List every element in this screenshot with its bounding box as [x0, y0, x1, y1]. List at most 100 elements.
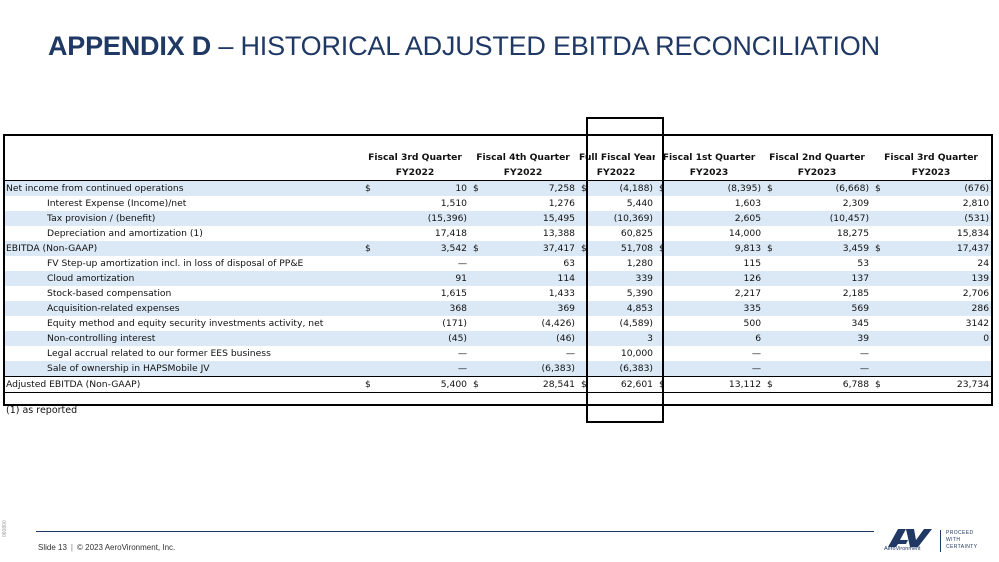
cell-value: —	[457, 258, 468, 269]
cell-value: 3142	[965, 318, 990, 329]
currency-symbol: $	[577, 180, 594, 196]
cell-value: 2,810	[962, 198, 990, 209]
table-row: Tax provision / (benefit) (15,396) 15,49…	[3, 211, 992, 226]
footnote: (1) as reported	[6, 405, 78, 416]
cell-value: 137	[779, 271, 872, 286]
table-row: Sale of ownership in HAPSMobile JV — (6,…	[3, 361, 992, 377]
cell-value: —	[751, 348, 762, 359]
currency-symbol: $	[871, 241, 888, 256]
cell-value: —	[565, 348, 576, 359]
cell-value: (6,383)	[593, 361, 656, 377]
cell-value: 4,853	[593, 301, 656, 316]
cell-value: 39	[779, 331, 872, 346]
row-label: Sale of ownership in HAPSMobile JV	[3, 361, 361, 377]
cell-value: —	[859, 348, 870, 359]
column-header-line1: Fiscal 3rd Quarter	[884, 152, 978, 163]
cell-value: 17,418	[434, 228, 468, 239]
cell-value: 13,112	[671, 376, 764, 393]
page-title: APPENDIX D – HISTORICAL ADJUSTED EBITDA …	[48, 31, 880, 62]
cell-value: (6,383)	[485, 361, 578, 377]
row-label: Stock-based compensation	[47, 288, 172, 299]
cell-value: 10	[377, 180, 470, 196]
cell-value: 2,706	[962, 288, 990, 299]
cell-value: 37,417	[485, 241, 578, 256]
cell-value: (171)	[442, 318, 468, 329]
tagline-line: PROCEED	[946, 530, 974, 536]
cell-value: 3,542	[377, 241, 470, 256]
table-row: Acquisition-related expenses 368 369 4,8…	[3, 301, 992, 316]
cell-value: 139	[887, 271, 992, 286]
cell-value: (4,188)	[593, 180, 656, 196]
cell-value: 53	[857, 258, 870, 269]
cell-value: 60,825	[620, 228, 654, 239]
column-header-line1: Fiscal 3rd Quarter	[368, 152, 462, 163]
logo-wordmark: AeroVironment	[884, 546, 921, 552]
currency-symbol: $	[577, 241, 594, 256]
title-bold: APPENDIX D	[48, 31, 212, 61]
currency-symbol: $	[871, 180, 888, 196]
footer: Slide 13 | © 2023 AeroVironment, Inc.	[38, 543, 175, 552]
currency-symbol: $	[763, 376, 780, 393]
slide-number: Slide 13	[38, 543, 67, 552]
cell-value	[887, 361, 992, 377]
row-label: Tax provision / (benefit)	[3, 211, 361, 226]
column-header-line2: FY2022	[577, 165, 656, 181]
cell-value: 63	[563, 258, 576, 269]
currency-symbol: $	[469, 376, 486, 393]
logo-divider	[940, 530, 941, 552]
cell-value: 1,433	[548, 288, 576, 299]
cell-value: 126	[671, 271, 764, 286]
column-header-line2: FY2023	[763, 165, 872, 181]
currency-symbol: $	[871, 376, 888, 393]
cell-value: (15,396)	[377, 211, 470, 226]
currency-symbol: $	[577, 376, 594, 393]
footer-separator: |	[70, 543, 73, 552]
column-header-line2: FY2022	[469, 165, 578, 181]
currency-symbol: $	[763, 180, 780, 196]
cell-value: (4,426)	[541, 318, 576, 329]
cell-value: 345	[851, 318, 870, 329]
table-row: Interest Expense (Income)/net 1,510 1,27…	[3, 196, 991, 211]
footer-divider	[36, 531, 874, 532]
column-header-line1: Fiscal 4th Quarter	[476, 152, 570, 163]
row-label: Depreciation and amortization (1)	[47, 228, 203, 239]
row-label: Non-controlling interest	[3, 331, 361, 346]
column-header-line1: Full Fiscal Year	[579, 152, 656, 163]
row-label: FV Step-up amortization incl. in loss of…	[47, 258, 304, 269]
cell-value: (676)	[887, 180, 992, 196]
currency-symbol: $	[655, 376, 672, 393]
cell-value: 7,258	[485, 180, 578, 196]
table-row-adjusted-ebitda: Adjusted EBITDA (Non-GAAP) $5,400 $28,54…	[3, 376, 992, 393]
table-row: Non-controlling interest (45) (46) 3 6 3…	[3, 331, 992, 346]
table-row: Depreciation and amortization (1) 17,418…	[3, 226, 991, 241]
row-label: Acquisition-related expenses	[3, 301, 361, 316]
cell-value: 2,185	[842, 288, 870, 299]
cell-value: 339	[593, 271, 656, 286]
cell-value: —	[377, 361, 470, 377]
cell-value: 17,437	[887, 241, 992, 256]
cell-value: (10,369)	[593, 211, 656, 226]
doc-code: 060800	[2, 520, 8, 537]
table-row: Equity method and equity security invest…	[3, 316, 991, 331]
cell-value: 368	[377, 301, 470, 316]
cell-value: 28,541	[485, 376, 578, 393]
cell-value: 5,400	[377, 376, 470, 393]
row-label: Equity method and equity security invest…	[47, 318, 324, 329]
cell-value: 6	[671, 331, 764, 346]
cell-value: 62,601	[593, 376, 656, 393]
cell-value: 369	[485, 301, 578, 316]
cell-value: 2,605	[671, 211, 764, 226]
cell-value: —	[779, 361, 872, 377]
currency-symbol: $	[763, 241, 780, 256]
currency-symbol: $	[361, 180, 377, 196]
table-row: Stock-based compensation 1,615 1,433 5,3…	[3, 286, 991, 301]
logo-v-shape	[906, 529, 932, 547]
cell-value: 14,000	[728, 228, 762, 239]
cell-value: (6,668)	[779, 180, 872, 196]
cell-value: 3	[593, 331, 656, 346]
row-label: Legal accrual related to our former EES …	[47, 348, 271, 359]
table-spacer-row	[3, 392, 992, 406]
cell-value: 1,280	[626, 258, 654, 269]
title-rest: – HISTORICAL ADJUSTED EBITDA RECONCILIAT…	[211, 31, 880, 61]
column-header-line1: Fiscal 1st Quarter	[662, 152, 756, 163]
